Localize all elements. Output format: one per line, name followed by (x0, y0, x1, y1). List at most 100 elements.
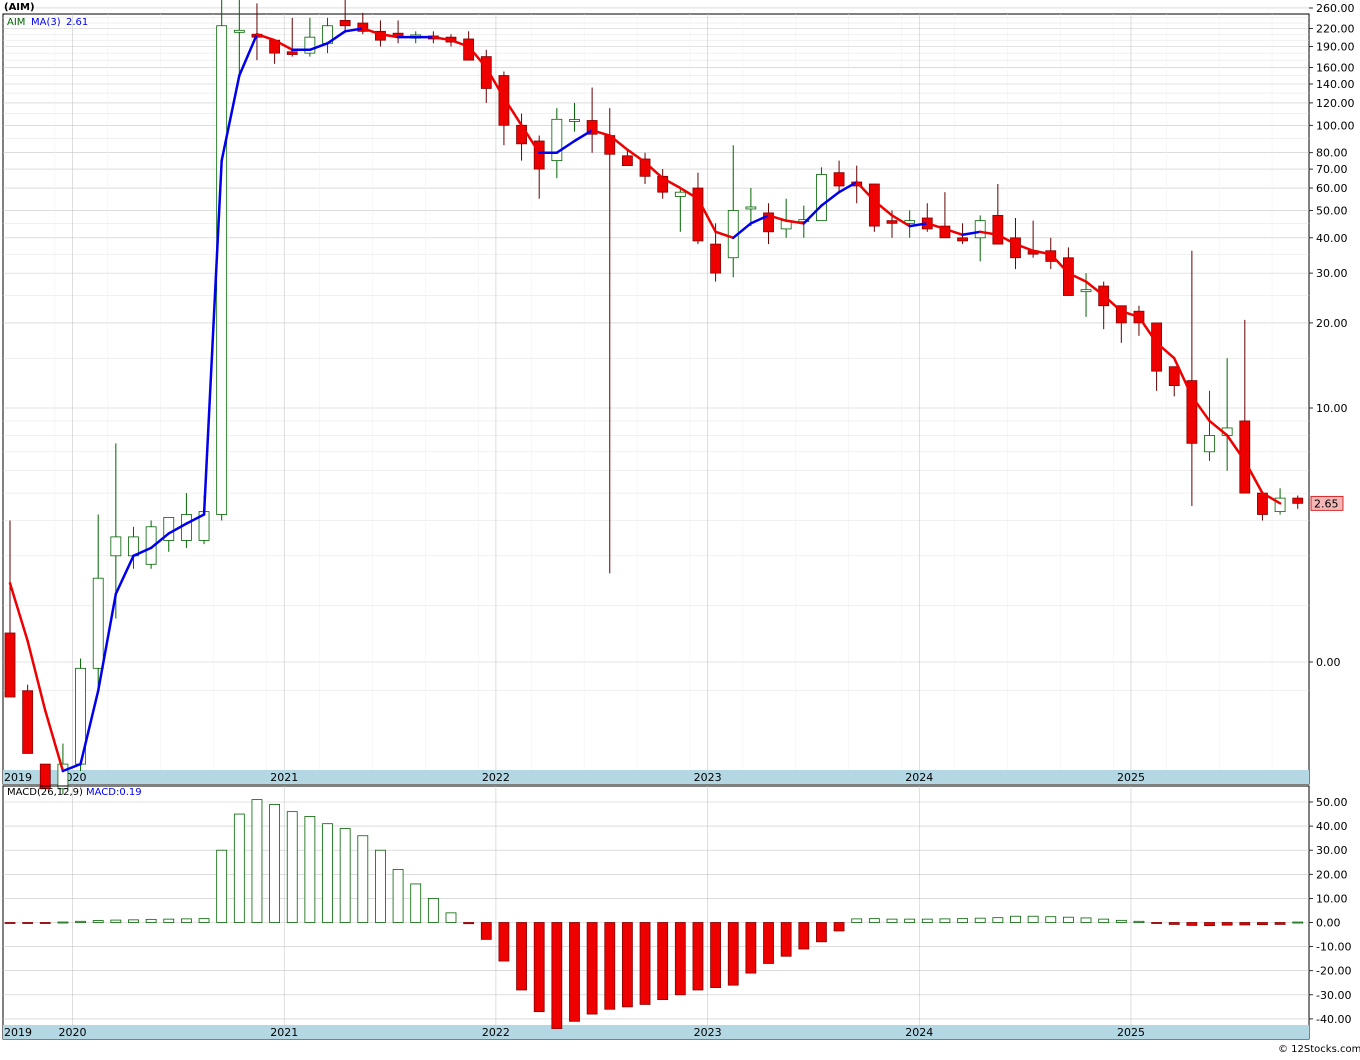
price-tick-label: 260.00 (1316, 2, 1355, 15)
candle-body (745, 206, 757, 210)
macd-bar (1292, 921, 1304, 924)
macd-bar (727, 922, 739, 986)
last-price-label: 2.65 (1314, 497, 1339, 510)
candle-body (110, 536, 122, 557)
macd-bar (22, 922, 34, 924)
macd-tick-label: -10.00 (1316, 941, 1351, 954)
macd-bar (1274, 922, 1286, 925)
candle-body (22, 690, 34, 754)
candle-body (216, 25, 228, 515)
price-year-label: 2025 (1117, 771, 1145, 784)
price-tick-label: 100.00 (1316, 119, 1355, 132)
macd-bar (639, 922, 651, 1005)
price-date-axis (3, 770, 1309, 784)
macd-bar (392, 869, 404, 923)
macd-bar (1027, 915, 1039, 923)
macd-tick-label: 50.00 (1316, 796, 1348, 809)
candle-body (1292, 497, 1304, 504)
price-tick-label: 120.00 (1316, 97, 1355, 110)
macd-bar (516, 922, 527, 991)
price-tick-label: 160.00 (1316, 62, 1355, 75)
candle-body (710, 243, 721, 274)
macd-bar (216, 849, 228, 923)
price-tick-label: 70.00 (1316, 163, 1348, 176)
macd-bar (233, 813, 245, 923)
macd-bar (622, 922, 633, 1008)
candle-body (816, 174, 827, 222)
macd-bar (427, 898, 439, 923)
macd-year-label: 2023 (694, 1026, 722, 1039)
macd-bar (780, 922, 792, 957)
macd-tick-label: 40.00 (1316, 820, 1348, 833)
macd-bar (974, 917, 986, 923)
macd-bar (322, 823, 333, 923)
macd-date-axis (3, 1025, 1309, 1039)
macd-year-label: 2019 (4, 1026, 32, 1039)
chart-title: (AIM) (4, 2, 35, 13)
macd-bar (463, 922, 475, 925)
candle-body (886, 220, 898, 224)
macd-tick-label: 20.00 (1316, 868, 1348, 881)
price-year-label: 2024 (905, 771, 933, 784)
macd-bar (286, 811, 298, 923)
candle-body (498, 75, 510, 126)
macd-tick-label: 0.00 (1316, 917, 1341, 930)
macd-bar (939, 918, 951, 923)
chart-canvas: 300.00260.00220.00190.00160.00140.00120.… (0, 0, 1360, 1056)
macd-bar (1063, 916, 1074, 923)
macd-bar (180, 918, 192, 923)
macd-bar (1115, 919, 1127, 923)
price-tick-label: 50.00 (1316, 204, 1348, 217)
candle-body (516, 124, 527, 145)
macd-bar (480, 922, 492, 940)
macd-legend-value: MACD:0.19 (86, 787, 142, 798)
macd-tick-label: 10.00 (1316, 892, 1348, 905)
macd-tick-label: -20.00 (1316, 965, 1351, 978)
candle-body (4, 632, 16, 698)
macd-bar (339, 828, 351, 923)
price-year-label: 2019 (4, 771, 32, 784)
candle-body (551, 118, 563, 162)
price-year-label: 2023 (694, 771, 722, 784)
price-tick-label: 190.00 (1316, 40, 1355, 53)
macd-bar (1098, 918, 1110, 923)
macd-bar (798, 922, 810, 950)
macd-tick-label: -40.00 (1316, 1013, 1351, 1026)
macd-bar (1221, 922, 1233, 926)
macd-bar (1168, 922, 1180, 925)
price-year-label: 2021 (270, 771, 298, 784)
macd-bar (357, 835, 369, 923)
macd-bar (128, 919, 139, 923)
macd-tick-label: -30.00 (1316, 989, 1351, 1002)
candle-body (39, 763, 51, 790)
macd-bar (586, 922, 598, 1015)
macd-bar (445, 912, 457, 923)
macd-bar (657, 922, 669, 1001)
macd-bar (498, 922, 510, 962)
macd-bar (692, 922, 704, 991)
macd-bar (710, 922, 721, 988)
macd-bar (1204, 922, 1215, 927)
macd-year-label: 2020 (59, 1026, 87, 1039)
price-tick-label: 220.00 (1316, 22, 1355, 35)
macd-bar (1080, 917, 1092, 923)
macd-year-label: 2025 (1117, 1026, 1145, 1039)
candle-body (1204, 434, 1215, 453)
macd-bar (198, 918, 210, 923)
price-tick-label: 30.00 (1316, 267, 1348, 280)
candle-body (569, 119, 580, 122)
macd-bar (145, 918, 157, 923)
candle-body (180, 514, 192, 541)
macd-bar (551, 922, 563, 1029)
price-tick-label: 80.00 (1316, 147, 1348, 160)
macd-bar (1186, 922, 1198, 926)
macd-bar (674, 922, 686, 996)
macd-bar (851, 918, 863, 923)
macd-bar (921, 918, 933, 923)
macd-bar (57, 921, 69, 924)
price-year-label: 2022 (482, 771, 510, 784)
macd-bar (957, 918, 968, 923)
legend-symbol: AIM (7, 17, 25, 28)
macd-bar (410, 883, 422, 923)
macd-bar (816, 922, 827, 943)
